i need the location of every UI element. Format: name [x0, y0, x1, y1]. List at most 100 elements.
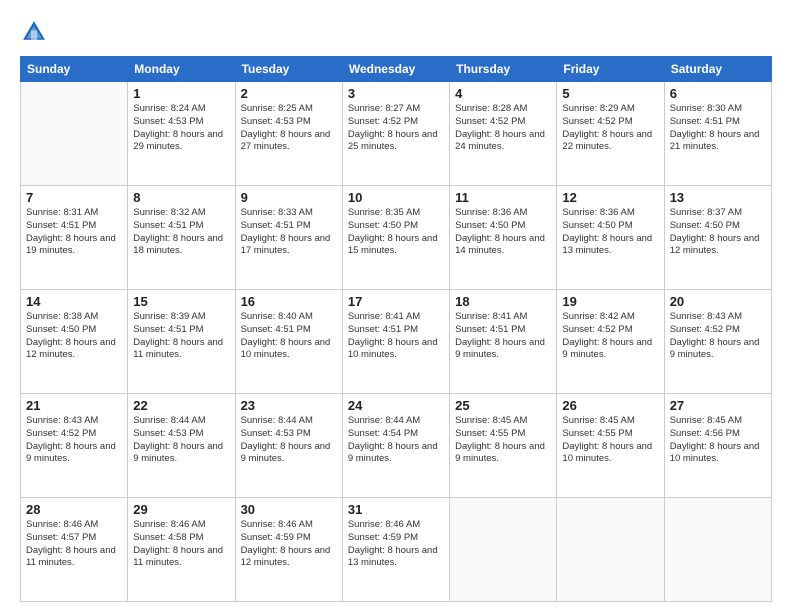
day-number: 14	[26, 294, 122, 309]
day-info: Sunrise: 8:46 AM Sunset: 4:59 PM Dayligh…	[348, 519, 444, 570]
day-number: 21	[26, 398, 122, 413]
day-number: 7	[26, 190, 122, 205]
day-info: Sunrise: 8:43 AM Sunset: 4:52 PM Dayligh…	[670, 311, 766, 362]
day-info: Sunrise: 8:36 AM Sunset: 4:50 PM Dayligh…	[562, 207, 658, 258]
day-number: 8	[133, 190, 229, 205]
day-cell	[664, 498, 771, 602]
day-cell: 6 Sunrise: 8:30 AM Sunset: 4:51 PM Daylig…	[664, 82, 771, 186]
calendar: SundayMondayTuesdayWednesdayThursdayFrid…	[20, 56, 772, 602]
day-number: 19	[562, 294, 658, 309]
day-cell: 7 Sunrise: 8:31 AM Sunset: 4:51 PM Daylig…	[21, 186, 128, 290]
day-cell: 16Sunrise: 8:40 AM Sunset: 4:51 PM Dayli…	[235, 290, 342, 394]
day-number: 10	[348, 190, 444, 205]
day-number: 23	[241, 398, 337, 413]
day-cell: 26 Sunrise: 8:45 AM Sunset: 4:55 PM Dayli…	[557, 394, 664, 498]
day-cell: 28Sunrise: 8:46 AM Sunset: 4:57 PM Dayli…	[21, 498, 128, 602]
day-info: Sunrise: 8:44 AM Sunset: 4:54 PM Dayligh…	[348, 415, 444, 466]
day-info: Sunrise: 8:42 AM Sunset: 4:52 PM Dayligh…	[562, 311, 658, 362]
weekday-header-wednesday: Wednesday	[342, 57, 449, 82]
day-cell	[557, 498, 664, 602]
day-cell: 20 Sunrise: 8:43 AM Sunset: 4:52 PM Dayli…	[664, 290, 771, 394]
day-number: 17	[348, 294, 444, 309]
weekday-header-monday: Monday	[128, 57, 235, 82]
week-row-0: 1Sunrise: 8:24 AM Sunset: 4:53 PM Daylig…	[21, 82, 772, 186]
day-number: 4	[455, 86, 551, 101]
day-info: Sunrise: 8:45 AM Sunset: 4:56 PM Dayligh…	[670, 415, 766, 466]
day-info: Sunrise: 8:44 AM Sunset: 4:53 PM Dayligh…	[133, 415, 229, 466]
day-number: 1	[133, 86, 229, 101]
weekday-header-thursday: Thursday	[450, 57, 557, 82]
week-row-4: 28Sunrise: 8:46 AM Sunset: 4:57 PM Dayli…	[21, 498, 772, 602]
day-info: Sunrise: 8:37 AM Sunset: 4:50 PM Dayligh…	[670, 207, 766, 258]
day-cell: 1Sunrise: 8:24 AM Sunset: 4:53 PM Daylig…	[128, 82, 235, 186]
day-info: Sunrise: 8:31 AM Sunset: 4:51 PM Dayligh…	[26, 207, 122, 258]
weekday-header-friday: Friday	[557, 57, 664, 82]
day-number: 11	[455, 190, 551, 205]
day-cell: 13 Sunrise: 8:37 AM Sunset: 4:50 PM Dayli…	[664, 186, 771, 290]
day-info: Sunrise: 8:39 AM Sunset: 4:51 PM Dayligh…	[133, 311, 229, 362]
day-info: Sunrise: 8:32 AM Sunset: 4:51 PM Dayligh…	[133, 207, 229, 258]
week-row-2: 14 Sunrise: 8:38 AM Sunset: 4:50 PM Dayli…	[21, 290, 772, 394]
day-cell	[450, 498, 557, 602]
day-number: 3	[348, 86, 444, 101]
day-number: 2	[241, 86, 337, 101]
day-number: 24	[348, 398, 444, 413]
day-info: Sunrise: 8:40 AM Sunset: 4:51 PM Dayligh…	[241, 311, 337, 362]
day-cell: 21 Sunrise: 8:43 AM Sunset: 4:52 PM Dayli…	[21, 394, 128, 498]
day-info: Sunrise: 8:33 AM Sunset: 4:51 PM Dayligh…	[241, 207, 337, 258]
day-number: 26	[562, 398, 658, 413]
day-info: Sunrise: 8:30 AM Sunset: 4:51 PM Dayligh…	[670, 103, 766, 154]
day-number: 27	[670, 398, 766, 413]
day-number: 6	[670, 86, 766, 101]
day-cell: 10 Sunrise: 8:35 AM Sunset: 4:50 PM Dayli…	[342, 186, 449, 290]
day-cell: 5 Sunrise: 8:29 AM Sunset: 4:52 PM Daylig…	[557, 82, 664, 186]
day-number: 30	[241, 502, 337, 517]
day-number: 18	[455, 294, 551, 309]
day-cell: 29 Sunrise: 8:46 AM Sunset: 4:58 PM Dayli…	[128, 498, 235, 602]
day-cell: 2 Sunrise: 8:25 AM Sunset: 4:53 PM Daylig…	[235, 82, 342, 186]
logo	[20, 18, 50, 46]
day-cell: 12 Sunrise: 8:36 AM Sunset: 4:50 PM Dayli…	[557, 186, 664, 290]
day-cell: 4 Sunrise: 8:28 AM Sunset: 4:52 PM Daylig…	[450, 82, 557, 186]
day-number: 13	[670, 190, 766, 205]
day-info: Sunrise: 8:28 AM Sunset: 4:52 PM Dayligh…	[455, 103, 551, 154]
day-cell: 27 Sunrise: 8:45 AM Sunset: 4:56 PM Dayli…	[664, 394, 771, 498]
day-cell: 31Sunrise: 8:46 AM Sunset: 4:59 PM Dayli…	[342, 498, 449, 602]
day-cell: 22 Sunrise: 8:44 AM Sunset: 4:53 PM Dayli…	[128, 394, 235, 498]
day-number: 20	[670, 294, 766, 309]
day-cell: 8 Sunrise: 8:32 AM Sunset: 4:51 PM Daylig…	[128, 186, 235, 290]
day-cell	[21, 82, 128, 186]
day-cell: 24 Sunrise: 8:44 AM Sunset: 4:54 PM Dayli…	[342, 394, 449, 498]
weekday-header-tuesday: Tuesday	[235, 57, 342, 82]
day-cell: 3 Sunrise: 8:27 AM Sunset: 4:52 PM Daylig…	[342, 82, 449, 186]
header	[20, 18, 772, 46]
day-number: 22	[133, 398, 229, 413]
page: SundayMondayTuesdayWednesdayThursdayFrid…	[0, 0, 792, 612]
day-info: Sunrise: 8:43 AM Sunset: 4:52 PM Dayligh…	[26, 415, 122, 466]
day-number: 9	[241, 190, 337, 205]
day-cell: 11 Sunrise: 8:36 AM Sunset: 4:50 PM Dayli…	[450, 186, 557, 290]
day-info: Sunrise: 8:46 AM Sunset: 4:57 PM Dayligh…	[26, 519, 122, 570]
day-info: Sunrise: 8:27 AM Sunset: 4:52 PM Dayligh…	[348, 103, 444, 154]
day-info: Sunrise: 8:35 AM Sunset: 4:50 PM Dayligh…	[348, 207, 444, 258]
day-info: Sunrise: 8:45 AM Sunset: 4:55 PM Dayligh…	[562, 415, 658, 466]
day-info: Sunrise: 8:46 AM Sunset: 4:58 PM Dayligh…	[133, 519, 229, 570]
logo-icon	[20, 18, 48, 46]
day-info: Sunrise: 8:41 AM Sunset: 4:51 PM Dayligh…	[348, 311, 444, 362]
day-number: 12	[562, 190, 658, 205]
day-cell: 18Sunrise: 8:41 AM Sunset: 4:51 PM Dayli…	[450, 290, 557, 394]
day-number: 29	[133, 502, 229, 517]
day-number: 5	[562, 86, 658, 101]
day-info: Sunrise: 8:29 AM Sunset: 4:52 PM Dayligh…	[562, 103, 658, 154]
day-info: Sunrise: 8:36 AM Sunset: 4:50 PM Dayligh…	[455, 207, 551, 258]
day-info: Sunrise: 8:45 AM Sunset: 4:55 PM Dayligh…	[455, 415, 551, 466]
week-row-1: 7 Sunrise: 8:31 AM Sunset: 4:51 PM Daylig…	[21, 186, 772, 290]
day-cell: 17 Sunrise: 8:41 AM Sunset: 4:51 PM Dayli…	[342, 290, 449, 394]
weekday-header-sunday: Sunday	[21, 57, 128, 82]
day-number: 25	[455, 398, 551, 413]
day-number: 15	[133, 294, 229, 309]
day-cell: 14 Sunrise: 8:38 AM Sunset: 4:50 PM Dayli…	[21, 290, 128, 394]
day-info: Sunrise: 8:25 AM Sunset: 4:53 PM Dayligh…	[241, 103, 337, 154]
day-info: Sunrise: 8:38 AM Sunset: 4:50 PM Dayligh…	[26, 311, 122, 362]
day-cell: 25 Sunrise: 8:45 AM Sunset: 4:55 PM Dayli…	[450, 394, 557, 498]
